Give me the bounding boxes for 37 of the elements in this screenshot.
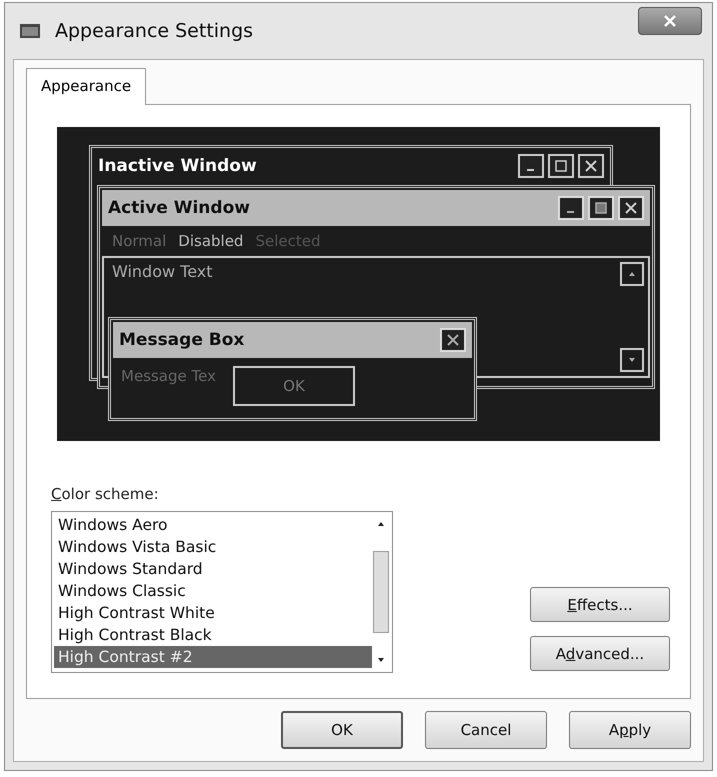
minimize-icon <box>518 154 544 178</box>
window-title: Inactive Window <box>98 156 258 176</box>
ok-button-preview: OK <box>233 366 355 406</box>
window-title: Active Window <box>108 198 251 218</box>
tab[interactable]: Appearance <box>26 68 146 105</box>
dialog-button[interactable]: OK <box>281 711 403 749</box>
list-item[interactable]: High Contrast #2 <box>54 646 372 668</box>
scroll-down-icon[interactable] <box>376 656 386 664</box>
list-item[interactable]: Windows Classic <box>54 580 372 602</box>
close-button[interactable] <box>638 7 702 35</box>
color-scheme-list[interactable]: Windows Aero Windows Vista Basic Windows Standard Windows Classic High Contrast White High Contrast Black High Contrast #2 <box>51 511 393 673</box>
scroll-up-icon[interactable] <box>376 520 386 528</box>
list-item[interactable]: Windows Aero <box>54 514 372 536</box>
window-icon <box>19 22 41 40</box>
window-text: Window Text <box>112 262 213 281</box>
message-text: Message Tex <box>121 367 216 385</box>
scroll-thumb[interactable] <box>373 551 389 633</box>
scroll-up-icon <box>620 262 644 286</box>
dialog-button[interactable]: Cancel <box>425 711 547 749</box>
dialog-button[interactable]: Effects... <box>530 587 670 622</box>
close-icon <box>618 196 644 220</box>
maximize-icon <box>548 154 574 178</box>
list-item[interactable]: High Contrast Black <box>54 624 372 646</box>
list-item[interactable]: Windows Standard <box>54 558 372 580</box>
scroll-down-icon <box>620 348 644 372</box>
window-title: Appearance Settings <box>55 20 254 42</box>
message-box-title: Message Box <box>119 330 246 350</box>
dialog-button[interactable]: Apply <box>569 711 691 749</box>
list-item[interactable]: Windows Vista Basic <box>54 536 372 558</box>
list-item[interactable]: High Contrast White <box>54 602 372 624</box>
minimize-icon <box>558 196 584 220</box>
close-icon <box>440 328 466 352</box>
maximize-icon <box>588 196 614 220</box>
close-icon <box>663 15 677 27</box>
dialog-button[interactable]: Advanced... <box>530 636 670 671</box>
color-scheme-label: Color scheme: <box>51 485 160 503</box>
close-icon <box>578 154 604 178</box>
